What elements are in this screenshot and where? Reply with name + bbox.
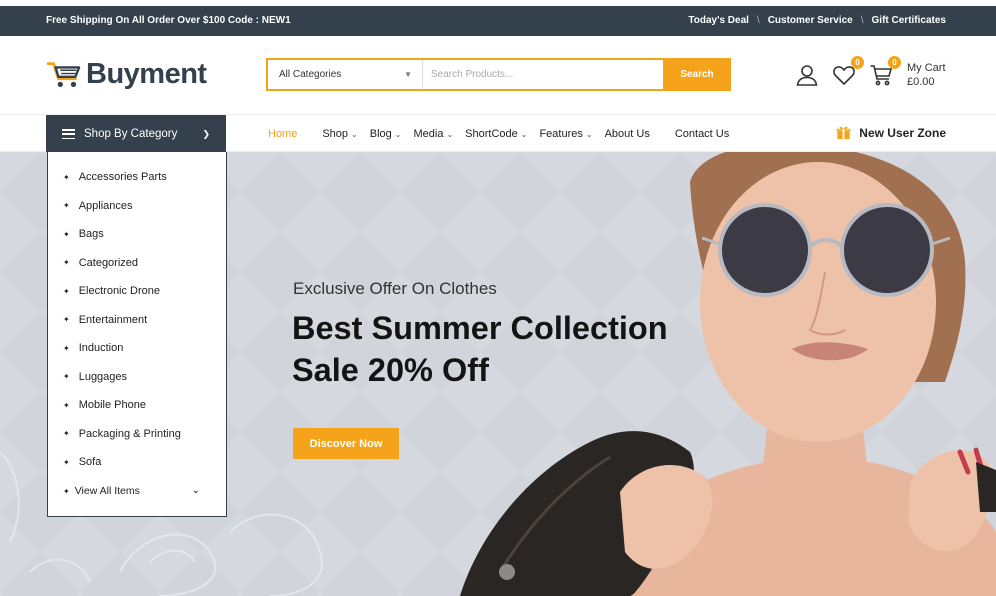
- new-user-zone-link[interactable]: New User Zone: [836, 125, 946, 140]
- category-item-bags[interactable]: ✦ Bags: [48, 220, 226, 249]
- nav-item-label: Blog: [369, 128, 392, 140]
- category-item-sofa[interactable]: ✦ Sofa: [48, 448, 226, 477]
- nav-item-label: About Us: [604, 128, 650, 140]
- view-all-items-label-wrap: ✦ View All Items: [63, 485, 140, 497]
- search-input[interactable]: [423, 60, 663, 89]
- bullet-icon: ✦: [63, 372, 70, 382]
- bullet-icon: ✦: [63, 315, 70, 325]
- category-item-label: Appliances: [78, 199, 133, 212]
- bullet-icon: ✦: [63, 486, 70, 496]
- category-item-label: Mobile Phone: [78, 399, 146, 412]
- topbar-links: Today's Deal \ Customer Service \ Gift C…: [688, 15, 946, 26]
- gift-certificates-link[interactable]: Gift Certificates: [872, 15, 946, 26]
- cart-count-badge: 0: [888, 56, 901, 69]
- nav-item-label: Media: [413, 128, 444, 140]
- category-item-label: Accessories Parts: [78, 171, 167, 184]
- bullet-icon: ✦: [63, 201, 70, 211]
- category-item-label: Bags: [78, 228, 104, 241]
- category-item-electronic-drone[interactable]: ✦ Electronic Drone: [48, 277, 226, 306]
- category-item-luggages[interactable]: ✦ Luggages: [48, 363, 226, 392]
- bullet-icon: ✦: [63, 229, 70, 239]
- bullet-icon: ✦: [63, 286, 70, 296]
- cart-button[interactable]: 0: [868, 56, 901, 88]
- search-category-value: All Categories: [279, 69, 342, 80]
- user-icon: [796, 65, 818, 86]
- customer-service-link[interactable]: Customer Service: [768, 15, 853, 26]
- chevron-down-icon: ⌄: [520, 130, 528, 139]
- nav-item-label: Features: [539, 128, 583, 140]
- bullet-icon: ✦: [63, 457, 70, 467]
- hero-model-image: [460, 152, 996, 596]
- nav-item-features[interactable]: Features ⌄: [539, 128, 592, 140]
- top-announcement-bar: Free Shipping On All Order Over $100 Cod…: [0, 6, 996, 36]
- bullet-icon: ✦: [63, 429, 70, 439]
- chevron-down-icon: ❯: [202, 128, 210, 139]
- topbar-separator: \: [756, 15, 760, 26]
- wishlist-button[interactable]: 0: [831, 56, 864, 88]
- bullet-icon: ✦: [63, 400, 70, 410]
- category-dropdown: ✦ Accessories Parts ✦ Appliances ✦ Bags ✦ Ca…: [47, 152, 227, 517]
- nav-item-blog[interactable]: Blog ⌄: [370, 128, 402, 140]
- category-item-mobile-phone[interactable]: ✦ Mobile Phone: [48, 391, 226, 420]
- topbar-separator: \: [860, 15, 864, 26]
- chevron-down-icon: ⌄: [394, 130, 402, 139]
- nav-item-label: Shop: [322, 128, 349, 140]
- view-all-items-label: View All Items: [74, 484, 140, 497]
- nav-item-label: ShortCode: [465, 128, 518, 140]
- chevron-down-icon: ⌄: [191, 485, 200, 497]
- nav-item-label: Home: [268, 128, 298, 140]
- menu-icon: [62, 129, 75, 139]
- cart-total: £0.00: [907, 76, 935, 88]
- nav-menu: Home Shop ⌄ Blog ⌄ Media ⌄ ShortCode ⌄ Featu…: [268, 115, 741, 153]
- bullet-icon: ✦: [63, 258, 70, 268]
- bullet-icon: ✦: [63, 172, 70, 182]
- site-logo[interactable]: Buyment: [46, 56, 207, 92]
- search-category-select[interactable]: All Categories ▼: [268, 60, 423, 89]
- category-item-label: Entertainment: [78, 313, 148, 326]
- category-item-label: Induction: [78, 342, 124, 355]
- nav-item-label: Contact Us: [674, 128, 730, 140]
- category-item-label: Electronic Drone: [78, 285, 161, 298]
- nav-item-media[interactable]: Media ⌄: [413, 128, 453, 140]
- cart-summary[interactable]: My Cart £0.00: [907, 61, 946, 89]
- new-user-zone-label: New User Zone: [859, 125, 946, 140]
- brand-name: Buyment: [86, 57, 207, 90]
- category-item-label: Sofa: [78, 456, 102, 469]
- category-item-packaging-printing[interactable]: ✦ Packaging & Printing: [48, 420, 226, 449]
- chevron-down-icon: ▼: [404, 70, 412, 79]
- category-item-entertainment[interactable]: ✦ Entertainment: [48, 306, 226, 335]
- chevron-down-icon: ⌄: [585, 130, 593, 139]
- category-item-label: Packaging & Printing: [78, 427, 181, 440]
- wishlist-count-badge: 0: [851, 56, 864, 69]
- category-item-accessories-parts[interactable]: ✦ Accessories Parts: [48, 163, 226, 192]
- todays-deal-link[interactable]: Today's Deal: [688, 15, 749, 26]
- header-actions: 0 0 My Cart £0.00: [794, 56, 946, 92]
- nav-item-shop[interactable]: Shop ⌄: [322, 128, 357, 140]
- shopping-cart-logo-icon: [46, 62, 81, 87]
- nav-item-home[interactable]: Home: [268, 128, 297, 140]
- category-item-induction[interactable]: ✦ Induction: [48, 334, 226, 363]
- view-all-items-button[interactable]: ✦ View All Items ⌄: [48, 477, 226, 506]
- category-item-appliances[interactable]: ✦ Appliances: [48, 192, 226, 221]
- nav-item-contact-us[interactable]: Contact Us: [675, 128, 729, 140]
- promo-text: Free Shipping On All Order Over $100 Cod…: [46, 15, 291, 26]
- category-item-label: Luggages: [78, 370, 128, 383]
- nav-item-about-us[interactable]: About Us: [605, 128, 650, 140]
- main-navigation: Shop By Category ❯ Home Shop ⌄ Blog ⌄ Medi…: [0, 114, 996, 153]
- chevron-down-icon: ⌄: [351, 130, 358, 139]
- shop-by-category-button[interactable]: Shop By Category ❯: [46, 115, 226, 153]
- category-item-categorized[interactable]: ✦ Categorized: [48, 249, 226, 278]
- discover-now-button[interactable]: Discover Now: [293, 428, 399, 459]
- category-item-label: Categorized: [78, 256, 139, 269]
- account-button[interactable]: [794, 62, 820, 88]
- bullet-icon: ✦: [63, 343, 70, 353]
- nav-item-shortcode[interactable]: ShortCode ⌄: [465, 128, 527, 140]
- site-header: Buyment All Categories ▼ Search 0: [0, 36, 996, 114]
- search-button[interactable]: Search: [663, 58, 731, 91]
- gift-icon: [836, 126, 851, 140]
- chevron-down-icon: ⌄: [446, 130, 454, 139]
- search-bar: All Categories ▼ Search: [266, 58, 731, 91]
- cart-label: My Cart: [907, 62, 946, 74]
- shop-by-category-label: Shop By Category: [84, 128, 178, 140]
